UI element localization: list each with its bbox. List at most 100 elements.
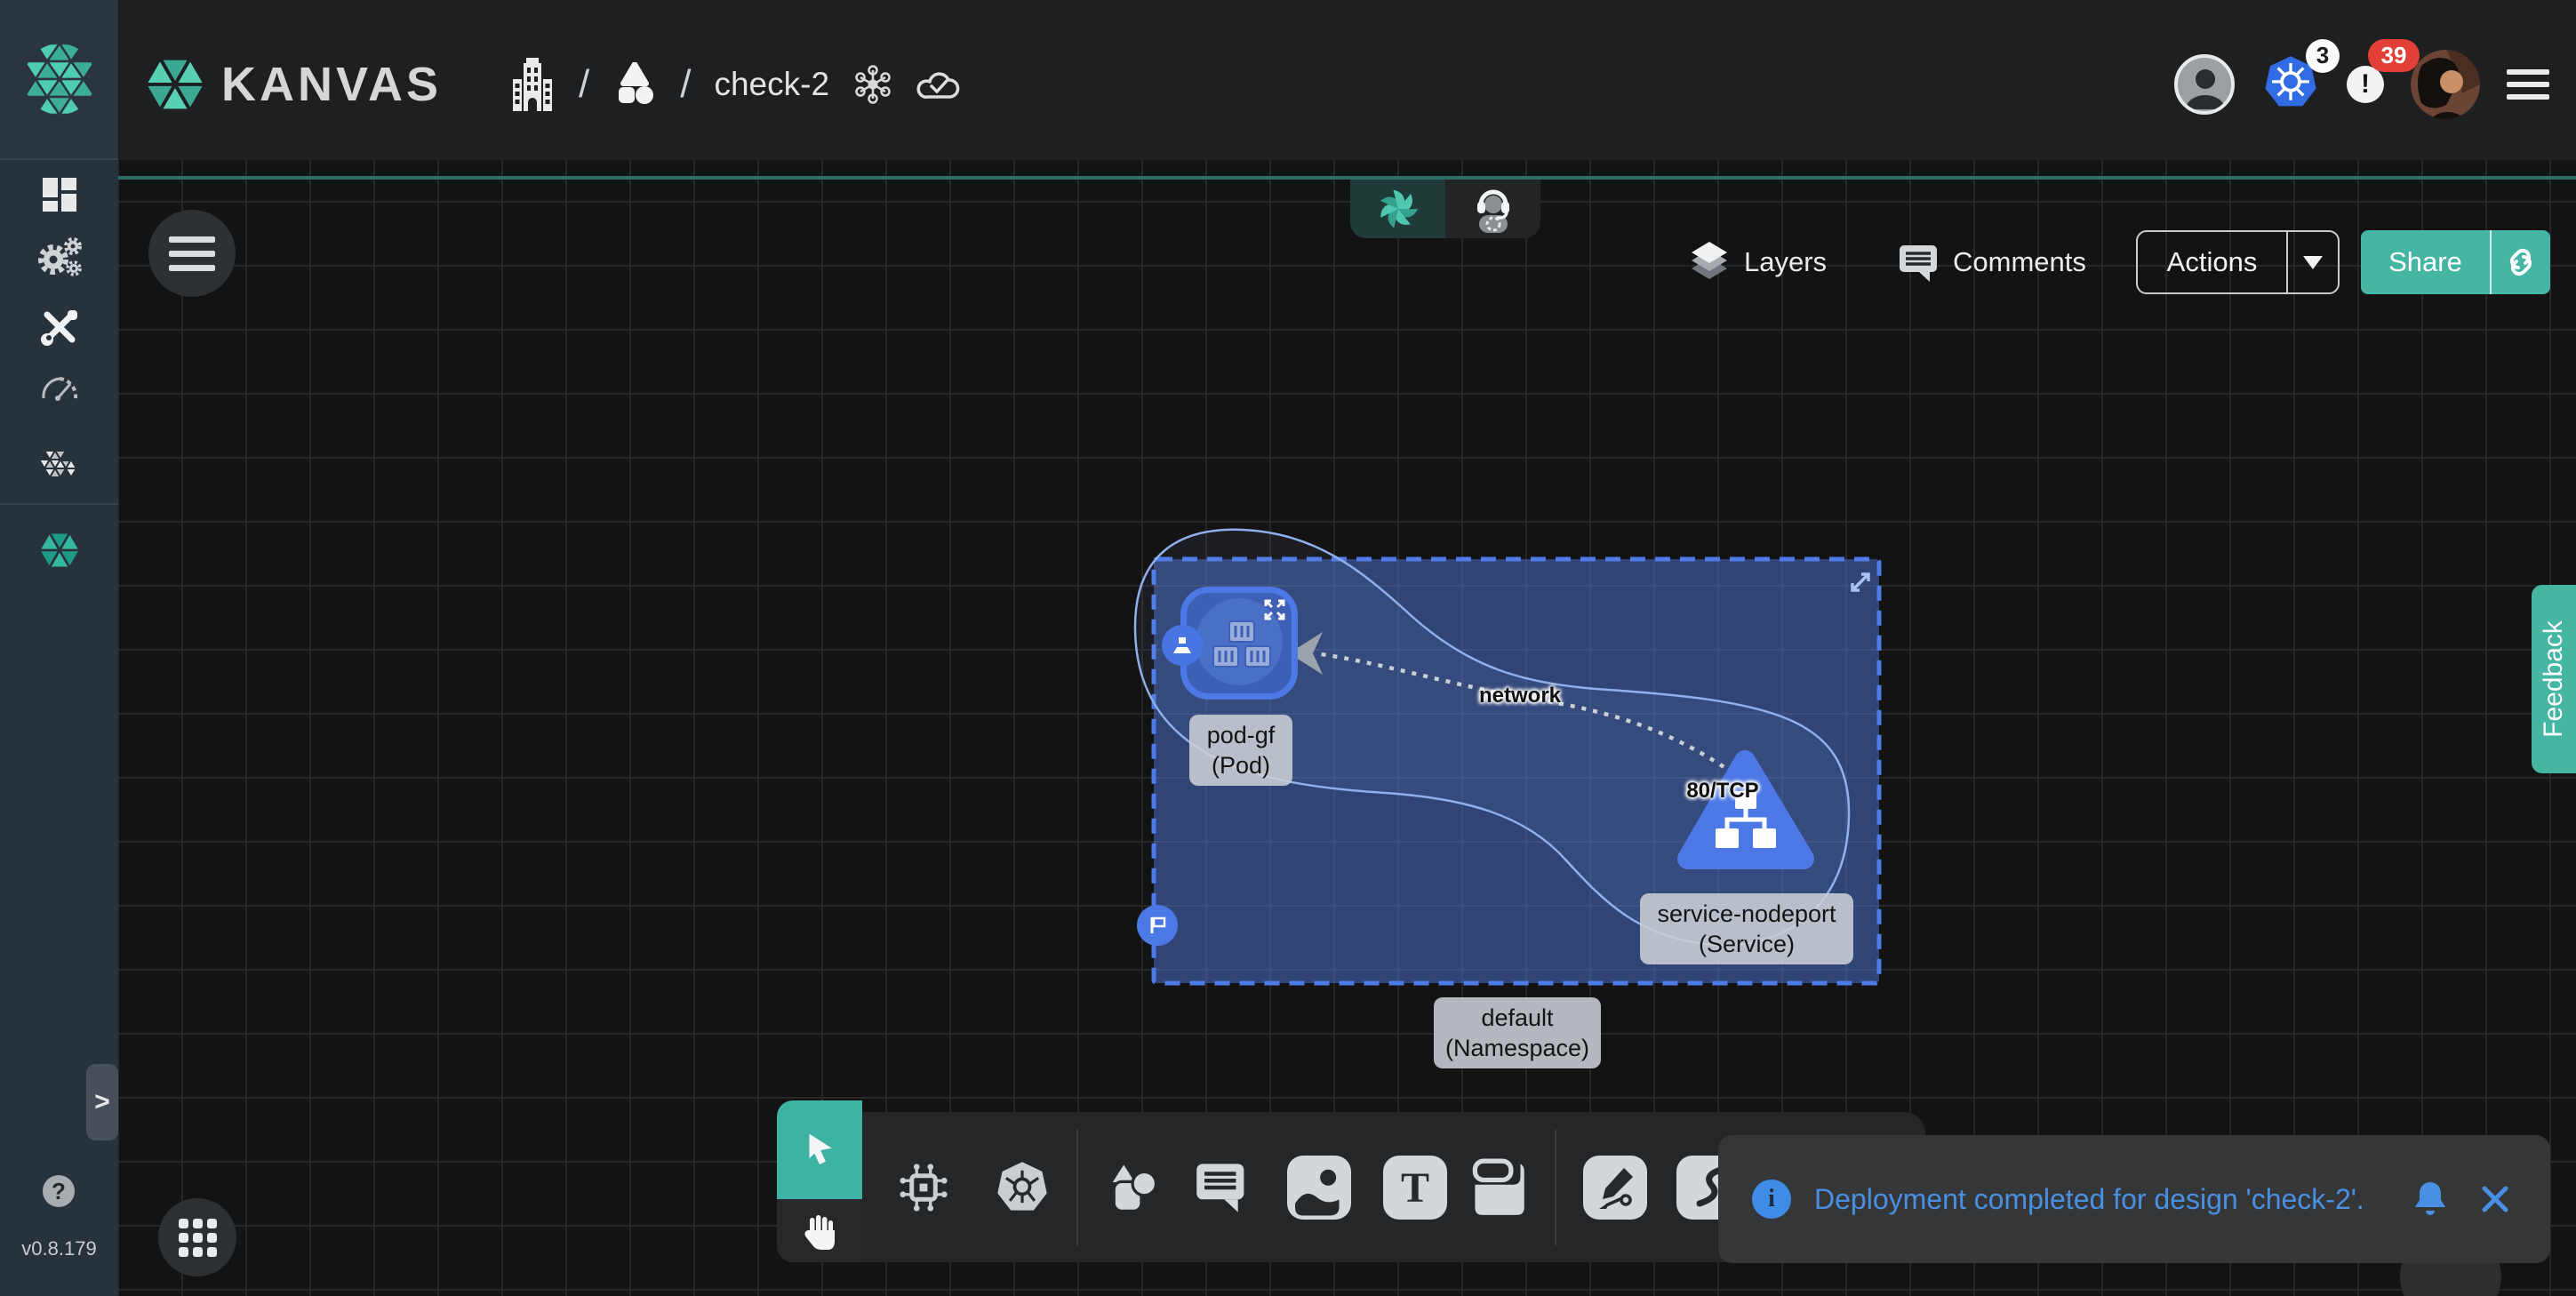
- namespace-badge-icon[interactable]: [1137, 905, 1178, 946]
- pod-kind: (Pod): [1198, 750, 1284, 780]
- edge-port-label[interactable]: 80/TCP: [1686, 779, 1758, 804]
- avatar[interactable]: [2174, 54, 2235, 115]
- layers-button[interactable]: Layers: [1689, 230, 1827, 294]
- chevron-right-icon: >: [94, 1087, 110, 1117]
- notifications[interactable]: ! 39: [2347, 66, 2384, 103]
- support-headset-icon: [1468, 183, 1519, 235]
- version-label: v0.8.179: [0, 1237, 118, 1260]
- dock-divider: [1076, 1130, 1078, 1245]
- profile-picture[interactable]: [2411, 50, 2480, 119]
- kanvas-brand[interactable]: KANVAS: [145, 54, 442, 115]
- dock-text-button[interactable]: T: [1380, 1152, 1451, 1223]
- edge-relationship-label[interactable]: network: [1479, 684, 1561, 708]
- pen-icon: [1583, 1156, 1647, 1220]
- sidebar-item-dashboard[interactable]: [0, 174, 118, 215]
- shapes-icon: [1102, 1158, 1161, 1217]
- share-button[interactable]: Share: [2361, 230, 2550, 294]
- deployment-toast[interactable]: i Deployment completed for design 'check…: [1718, 1135, 2550, 1263]
- pod-label[interactable]: pod-gf (Pod): [1189, 715, 1292, 786]
- layer5-logo-box[interactable]: [0, 0, 118, 160]
- operator-tab[interactable]: [1445, 180, 1540, 238]
- toast-message: Deployment completed for design 'check-2…: [1814, 1183, 2412, 1216]
- design-name[interactable]: check-2: [714, 66, 829, 103]
- pan-tool[interactable]: [777, 1199, 862, 1262]
- menu-button[interactable]: [2507, 69, 2549, 100]
- sidebar-item-configuration[interactable]: [0, 306, 118, 348]
- layers-icon: [1689, 240, 1730, 284]
- sidebar-expand-button[interactable]: >: [86, 1064, 118, 1140]
- pan-hand-icon: [799, 1211, 840, 1252]
- feedback-label: Feedback: [2539, 620, 2569, 738]
- canvas-menu-button[interactable]: [148, 210, 236, 297]
- kubernetes-badge: 3: [2306, 39, 2340, 73]
- dock-comment-button[interactable]: [1187, 1152, 1258, 1223]
- pod-node[interactable]: [1180, 587, 1298, 700]
- performance-gauge-icon: [38, 372, 81, 402]
- comments-label: Comments: [1953, 246, 2086, 278]
- kanvas-logo-icon: [145, 54, 205, 115]
- components-chip-icon: [896, 1160, 951, 1215]
- image-icon: [1287, 1156, 1351, 1220]
- canvas-top-accent-line: [118, 176, 2576, 180]
- dock-image-button[interactable]: [1284, 1152, 1355, 1223]
- expand-icon[interactable]: [1263, 598, 1286, 621]
- sidebar-item-performance[interactable]: [0, 372, 118, 402]
- actions-button[interactable]: Actions: [2136, 230, 2340, 294]
- info-icon: i: [1752, 1180, 1791, 1219]
- namespace-name: default: [1443, 1003, 1592, 1033]
- hamburger-icon: [2507, 69, 2549, 75]
- namespace-kind: (Namespace): [1443, 1033, 1592, 1063]
- sidebar-item-lifecycle[interactable]: [0, 236, 118, 279]
- pod-name: pod-gf: [1198, 720, 1284, 750]
- service-name: service-nodeport: [1649, 899, 1844, 929]
- dock-kubernetes-button[interactable]: [987, 1152, 1058, 1223]
- breadcrumb: / / check-2: [509, 56, 963, 113]
- dock-pointer-tools: [777, 1100, 862, 1262]
- apps-grid-button[interactable]: [158, 1198, 236, 1276]
- dock-components-button[interactable]: [888, 1152, 959, 1223]
- link-icon: [2503, 244, 2539, 280]
- feedback-tab[interactable]: Feedback: [2532, 585, 2576, 773]
- service-label[interactable]: service-nodeport (Service): [1640, 893, 1853, 964]
- sidebar-divider: [0, 503, 118, 505]
- layer5-cloud-icon: [37, 439, 82, 484]
- meshery-tab[interactable]: [1350, 180, 1445, 238]
- pod-badge-icon[interactable]: [1162, 625, 1203, 666]
- notifications-badge: 39: [2368, 39, 2420, 72]
- kubernetes-contexts[interactable]: 3: [2261, 53, 2320, 116]
- comments-button[interactable]: Comments: [1898, 230, 2086, 294]
- select-tool[interactable]: [777, 1100, 862, 1199]
- help-button[interactable]: ?: [43, 1175, 75, 1207]
- app-header: KANVAS /: [118, 0, 2576, 160]
- share-label: Share: [2361, 246, 2490, 278]
- dock-pen-button[interactable]: [1580, 1152, 1651, 1223]
- sidebar-item-layer5-cloud[interactable]: [0, 439, 118, 484]
- question-icon: ?: [52, 1178, 66, 1205]
- dot-grid-icon: [179, 1219, 217, 1257]
- dock-frame-button[interactable]: [1463, 1152, 1534, 1223]
- service-node[interactable]: [1676, 747, 1814, 880]
- comments-icon: [1898, 242, 1939, 283]
- close-icon[interactable]: [2479, 1183, 2511, 1215]
- menu-icon: [169, 236, 215, 243]
- copy-link-button[interactable]: [2492, 244, 2550, 280]
- dock-shapes-button[interactable]: [1096, 1152, 1167, 1223]
- chevron-down-icon: [2303, 256, 2323, 269]
- kubernetes-gray-icon: [994, 1160, 1051, 1215]
- bell-icon[interactable]: [2412, 1179, 2449, 1220]
- sidebar-item-kanvas[interactable]: [0, 530, 118, 571]
- organization-icon[interactable]: [509, 56, 556, 113]
- kanvas-icon: [39, 530, 80, 571]
- service-kind: (Service): [1649, 929, 1844, 959]
- namespace-label[interactable]: default (Namespace): [1434, 997, 1601, 1068]
- design-graph-icon[interactable]: [852, 64, 893, 105]
- layers-label: Layers: [1744, 246, 1827, 278]
- brand-name: KANVAS: [221, 57, 442, 112]
- kanvas-app: pod-gf (Pod) service-nodeport (Service) …: [0, 0, 2576, 1296]
- comment-tool-icon: [1195, 1162, 1250, 1213]
- header-right-cluster: 3 ! 39: [2174, 9, 2549, 160]
- alert-icon: !: [2347, 66, 2384, 103]
- actions-dropdown[interactable]: [2288, 256, 2338, 269]
- layer5-logo-icon: [23, 43, 96, 116]
- workspace-shapes-icon[interactable]: [612, 62, 657, 107]
